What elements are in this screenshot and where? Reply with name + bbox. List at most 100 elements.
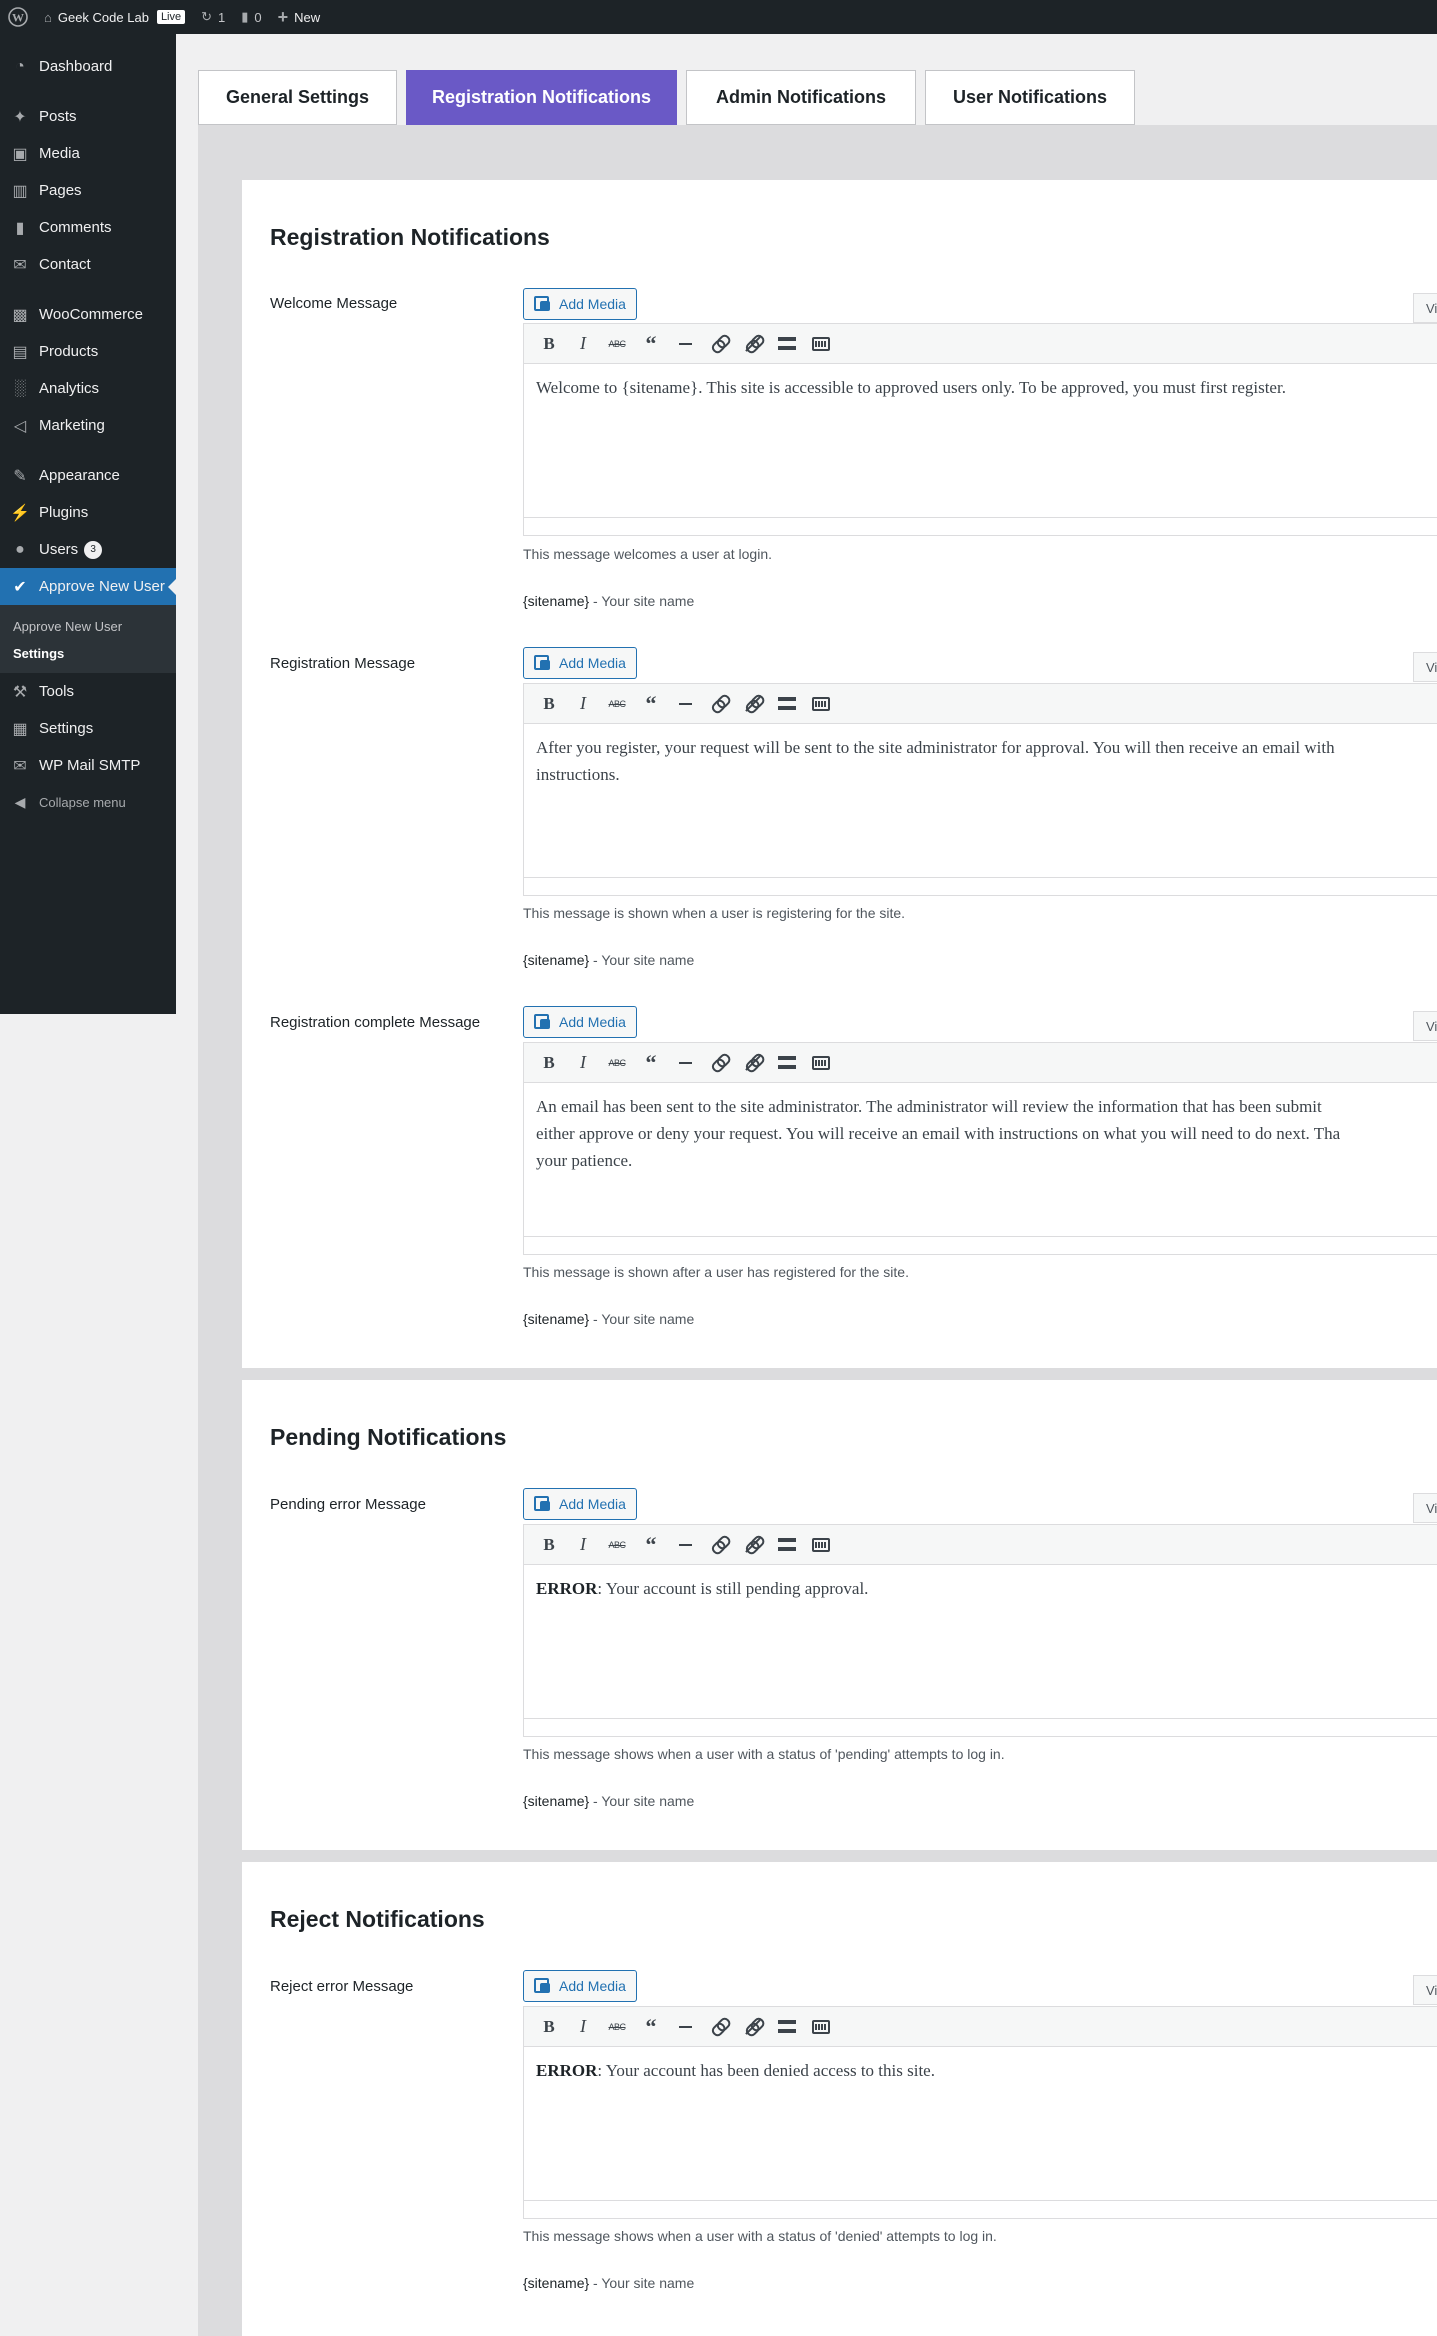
horizontal-line-button[interactable] xyxy=(668,2012,702,2042)
insert-link-button[interactable] xyxy=(702,329,736,359)
menu-appearance[interactable]: ✎ Appearance xyxy=(0,457,176,494)
read-more-button[interactable] xyxy=(770,689,804,719)
menu-pages[interactable]: ▥ Pages xyxy=(0,172,176,209)
read-more-button[interactable] xyxy=(770,1048,804,1078)
menu-users[interactable]: ● Users 3 xyxy=(0,531,176,568)
menu-settings[interactable]: ▦ Settings xyxy=(0,710,176,747)
editor-resize-bar[interactable] xyxy=(524,1718,1437,1736)
italic-button[interactable]: I xyxy=(566,689,600,719)
menu-posts[interactable]: ✦ Posts xyxy=(0,98,176,135)
editor-content[interactable]: ERROR: Your account has been denied acce… xyxy=(524,2047,1437,2084)
menu-approve-new-user[interactable]: ✔ Approve New User xyxy=(0,568,176,605)
blockquote-button[interactable]: “ xyxy=(634,689,668,719)
italic-button[interactable]: I xyxy=(566,1530,600,1560)
field-description: This message is shown when a user is reg… xyxy=(523,905,906,921)
submenu-settings[interactable]: Settings xyxy=(0,640,176,667)
editor-resize-bar[interactable] xyxy=(524,2200,1437,2218)
insert-link-button[interactable] xyxy=(702,689,736,719)
strikethrough-button[interactable]: ABC xyxy=(600,2012,634,2042)
editor-content[interactable]: An email has been sent to the site admin… xyxy=(524,1083,1437,1174)
insert-link-button[interactable] xyxy=(702,2012,736,2042)
remove-link-button[interactable] xyxy=(736,1530,770,1560)
add-media-button[interactable]: Add Media xyxy=(523,1970,637,2002)
toolbar-toggle-button[interactable] xyxy=(804,689,838,719)
read-more-button[interactable] xyxy=(770,329,804,359)
collapse-menu-button[interactable]: ◀ Collapse menu xyxy=(0,784,176,821)
tab-registration-notifications[interactable]: Registration Notifications xyxy=(406,70,677,125)
blockquote-button[interactable]: “ xyxy=(634,1530,668,1560)
reject-error-editor[interactable]: B I ABC “ ERROR: Your account has been d… xyxy=(523,2006,1437,2219)
blockquote-button[interactable]: “ xyxy=(634,1048,668,1078)
tab-user-notifications[interactable]: User Notifications xyxy=(925,70,1135,125)
add-media-button[interactable]: Add Media xyxy=(523,1006,637,1038)
submenu-approve-new-user[interactable]: Approve New User xyxy=(0,613,176,640)
blockquote-button[interactable]: “ xyxy=(634,329,668,359)
toolbar-toggle-button[interactable] xyxy=(804,1530,838,1560)
add-media-button[interactable]: Add Media xyxy=(523,1488,637,1520)
site-name-link[interactable]: ⌂ Geek Code Lab Live xyxy=(36,0,193,34)
menu-contact[interactable]: ✉ Contact xyxy=(0,246,176,283)
updates-link[interactable]: ↻ 1 xyxy=(193,0,233,34)
strikethrough-button[interactable]: ABC xyxy=(600,1530,634,1560)
remove-link-button[interactable] xyxy=(736,2012,770,2042)
editor-content[interactable]: Welcome to {sitename}. This site is acce… xyxy=(524,364,1437,401)
editor-resize-bar[interactable] xyxy=(524,877,1437,895)
menu-media[interactable]: ▣ Media xyxy=(0,135,176,172)
visual-tab[interactable]: Vi xyxy=(1413,652,1437,682)
editor-resize-bar[interactable] xyxy=(524,1236,1437,1254)
menu-comments[interactable]: ▮ Comments xyxy=(0,209,176,246)
new-content-link[interactable]: + New xyxy=(270,0,329,34)
toolbar-toggle-button[interactable] xyxy=(804,329,838,359)
bold-button[interactable]: B xyxy=(532,1530,566,1560)
wordpress-logo-icon[interactable]: W xyxy=(0,0,36,34)
strikethrough-button[interactable]: ABC xyxy=(600,689,634,719)
strikethrough-button[interactable]: ABC xyxy=(600,329,634,359)
visual-tab[interactable]: Vi xyxy=(1413,293,1437,323)
remove-link-button[interactable] xyxy=(736,1048,770,1078)
visual-tab[interactable]: Vi xyxy=(1413,1011,1437,1041)
insert-link-button[interactable] xyxy=(702,1048,736,1078)
italic-button[interactable]: I xyxy=(566,2012,600,2042)
blockquote-button[interactable]: “ xyxy=(634,2012,668,2042)
registration-message-editor[interactable]: B I ABC “ After you register, your reque… xyxy=(523,683,1437,896)
strikethrough-button[interactable]: ABC xyxy=(600,1048,634,1078)
toolbar-toggle-button[interactable] xyxy=(804,2012,838,2042)
bold-button[interactable]: B xyxy=(532,1048,566,1078)
menu-analytics[interactable]: ░ Analytics xyxy=(0,370,176,407)
horizontal-line-button[interactable] xyxy=(668,1048,702,1078)
menu-plugins[interactable]: ⚡ Plugins xyxy=(0,494,176,531)
welcome-message-editor[interactable]: B I ABC “ Welcome to {sitename}. This si… xyxy=(523,323,1437,536)
italic-button[interactable]: I xyxy=(566,1048,600,1078)
tab-general-settings[interactable]: General Settings xyxy=(198,70,397,125)
add-media-button[interactable]: Add Media xyxy=(523,288,637,320)
remove-link-button[interactable] xyxy=(736,689,770,719)
menu-products[interactable]: ▤ Products xyxy=(0,333,176,370)
visual-tab[interactable]: Vi xyxy=(1413,1975,1437,2005)
registration-complete-editor[interactable]: B I ABC “ An email has been sent to the … xyxy=(523,1042,1437,1255)
horizontal-line-button[interactable] xyxy=(668,1530,702,1560)
editor-resize-bar[interactable] xyxy=(524,517,1437,535)
bold-button[interactable]: B xyxy=(532,689,566,719)
read-more-button[interactable] xyxy=(770,2012,804,2042)
comments-link[interactable]: ▮ 0 xyxy=(233,0,269,34)
tab-admin-notifications[interactable]: Admin Notifications xyxy=(686,70,916,125)
menu-woocommerce[interactable]: ▩ WooCommerce xyxy=(0,296,176,333)
horizontal-line-button[interactable] xyxy=(668,329,702,359)
bold-button[interactable]: B xyxy=(532,2012,566,2042)
insert-link-button[interactable] xyxy=(702,1530,736,1560)
horizontal-line-button[interactable] xyxy=(668,689,702,719)
visual-tab[interactable]: Vi xyxy=(1413,1493,1437,1523)
add-media-button[interactable]: Add Media xyxy=(523,647,637,679)
editor-content[interactable]: ERROR: Your account is still pending app… xyxy=(524,1565,1437,1602)
bold-button[interactable]: B xyxy=(532,329,566,359)
editor-content[interactable]: After you register, your request will be… xyxy=(524,724,1437,788)
menu-tools[interactable]: ⚒ Tools xyxy=(0,673,176,710)
read-more-button[interactable] xyxy=(770,1530,804,1560)
menu-wp-mail-smtp[interactable]: ✉ WP Mail SMTP xyxy=(0,747,176,784)
remove-link-button[interactable] xyxy=(736,329,770,359)
menu-marketing[interactable]: ◁ Marketing xyxy=(0,407,176,444)
italic-button[interactable]: I xyxy=(566,329,600,359)
menu-dashboard[interactable]: ◔ Dashboard xyxy=(0,48,176,85)
toolbar-toggle-button[interactable] xyxy=(804,1048,838,1078)
pending-error-editor[interactable]: B I ABC “ ERROR: Your account is still p… xyxy=(523,1524,1437,1737)
